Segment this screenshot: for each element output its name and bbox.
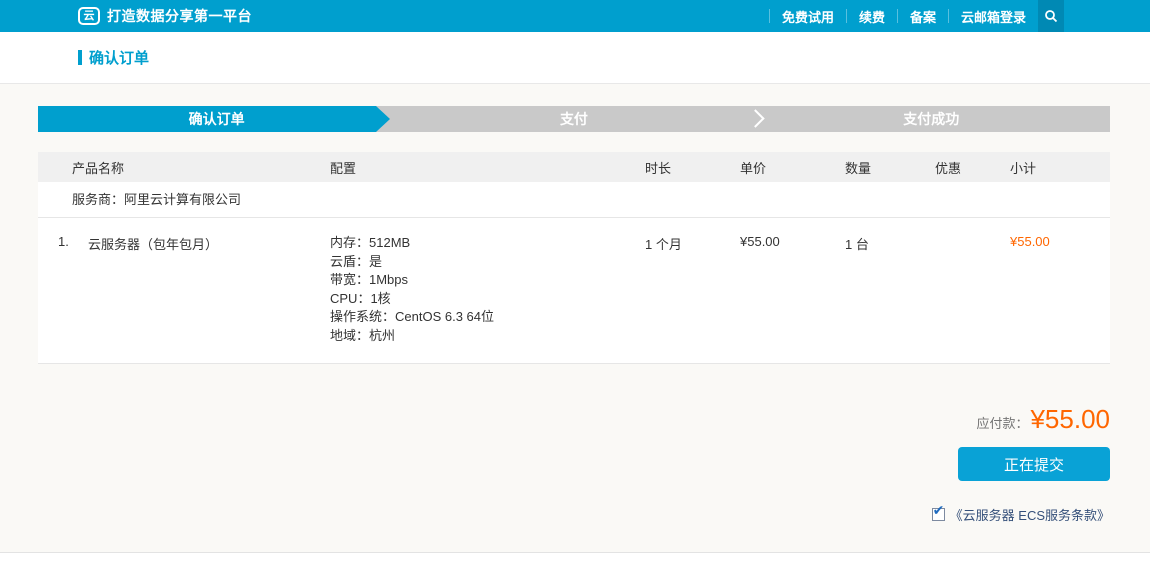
submit-button[interactable]: 正在提交 bbox=[958, 447, 1110, 481]
step-confirm-order: 确认订单 bbox=[38, 106, 395, 132]
main-content: 确认订单 支付 支付成功 产品名称 配置 时长 单价 数量 优惠 小计 服务商：… bbox=[0, 106, 1150, 524]
config-bandwidth: 带宽：1Mbps bbox=[330, 271, 645, 290]
payment-area: 应付款： ¥55.00 正在提交 ✔ 《云服务器 ECS服务条款》 bbox=[38, 404, 1110, 524]
col-header-duration: 时长 bbox=[645, 158, 740, 177]
config-cpu: CPU：1核 bbox=[330, 290, 645, 309]
payable-label: 应付款： bbox=[976, 413, 1028, 432]
row-index: 1. bbox=[58, 234, 88, 345]
provider-row: 服务商：阿里云计算有限公司 bbox=[38, 182, 1110, 218]
nav-icp-record[interactable]: 备案 bbox=[910, 7, 936, 26]
terms-row: ✔ 《云服务器 ECS服务条款》 bbox=[932, 505, 1110, 524]
nav-free-trial[interactable]: 免费试用 bbox=[782, 7, 834, 26]
config-memory: 内存：512MB bbox=[330, 234, 645, 253]
page-title-text: 确认订单 bbox=[89, 47, 149, 68]
nav-renew[interactable]: 续费 bbox=[859, 7, 885, 26]
duration-cell: 1 个月 bbox=[645, 234, 740, 345]
table-row: 1. 云服务器（包年包月） 内存：512MB 云盾：是 带宽：1Mbps CPU… bbox=[38, 218, 1110, 363]
col-header-unit-price: 单价 bbox=[740, 158, 845, 177]
nav-divider bbox=[948, 9, 949, 23]
nav-divider bbox=[897, 9, 898, 23]
product-name: 云服务器（包年包月） bbox=[88, 234, 218, 345]
footer-divider bbox=[0, 552, 1150, 567]
cloud-logo-icon: 云 bbox=[78, 7, 100, 25]
discount-cell bbox=[935, 234, 1010, 345]
checkmark-icon: ✔ bbox=[933, 503, 945, 517]
top-nav: 免费试用 续费 备案 云邮箱登录 bbox=[757, 0, 1150, 32]
nav-cloud-mail-login[interactable]: 云邮箱登录 bbox=[961, 7, 1026, 26]
brand-slogan: 打造数据分享第一平台 bbox=[107, 6, 252, 26]
config-region: 地域：杭州 bbox=[330, 327, 645, 346]
col-header-product: 产品名称 bbox=[38, 158, 330, 177]
title-accent-bar bbox=[78, 50, 82, 65]
config-os: 操作系统：CentOS 6.3 64位 bbox=[330, 308, 645, 327]
col-header-discount: 优惠 bbox=[935, 158, 1010, 177]
step-pay-success: 支付成功 bbox=[753, 106, 1110, 132]
terms-checkbox[interactable]: ✔ bbox=[932, 508, 945, 521]
search-icon bbox=[1044, 9, 1058, 23]
col-header-subtotal: 小计 bbox=[1010, 158, 1110, 177]
nav-divider bbox=[846, 9, 847, 23]
step-pay: 支付 bbox=[395, 106, 752, 132]
config-cell: 内存：512MB 云盾：是 带宽：1Mbps CPU：1核 操作系统：CentO… bbox=[330, 234, 645, 345]
cloud-logo-char: 云 bbox=[84, 11, 95, 22]
payable-line: 应付款： ¥55.00 bbox=[976, 404, 1110, 435]
terms-link[interactable]: 《云服务器 ECS服务条款》 bbox=[950, 505, 1110, 524]
subtotal-cell: ¥55.00 bbox=[1010, 234, 1110, 345]
search-button[interactable] bbox=[1038, 0, 1064, 32]
nav-divider bbox=[769, 9, 770, 23]
order-table: 产品名称 配置 时长 单价 数量 优惠 小计 服务商：阿里云计算有限公司 1. … bbox=[38, 152, 1110, 364]
payable-amount: ¥55.00 bbox=[1030, 404, 1110, 435]
page-title: 确认订单 bbox=[78, 47, 149, 68]
col-header-quantity: 数量 bbox=[845, 158, 935, 177]
progress-steps: 确认订单 支付 支付成功 bbox=[38, 106, 1110, 132]
order-table-header: 产品名称 配置 时长 单价 数量 优惠 小计 bbox=[38, 152, 1110, 182]
config-cloud-shield: 云盾：是 bbox=[330, 253, 645, 272]
quantity-cell: 1 台 bbox=[845, 234, 935, 345]
product-name-cell: 1. 云服务器（包年包月） bbox=[38, 234, 330, 345]
col-header-config: 配置 bbox=[330, 158, 645, 177]
title-band: 确认订单 bbox=[0, 32, 1150, 84]
brand-logo[interactable]: 云 打造数据分享第一平台 bbox=[0, 6, 252, 26]
unit-price-cell: ¥55.00 bbox=[740, 234, 845, 345]
topbar: 云 打造数据分享第一平台 免费试用 续费 备案 云邮箱登录 bbox=[0, 0, 1150, 32]
